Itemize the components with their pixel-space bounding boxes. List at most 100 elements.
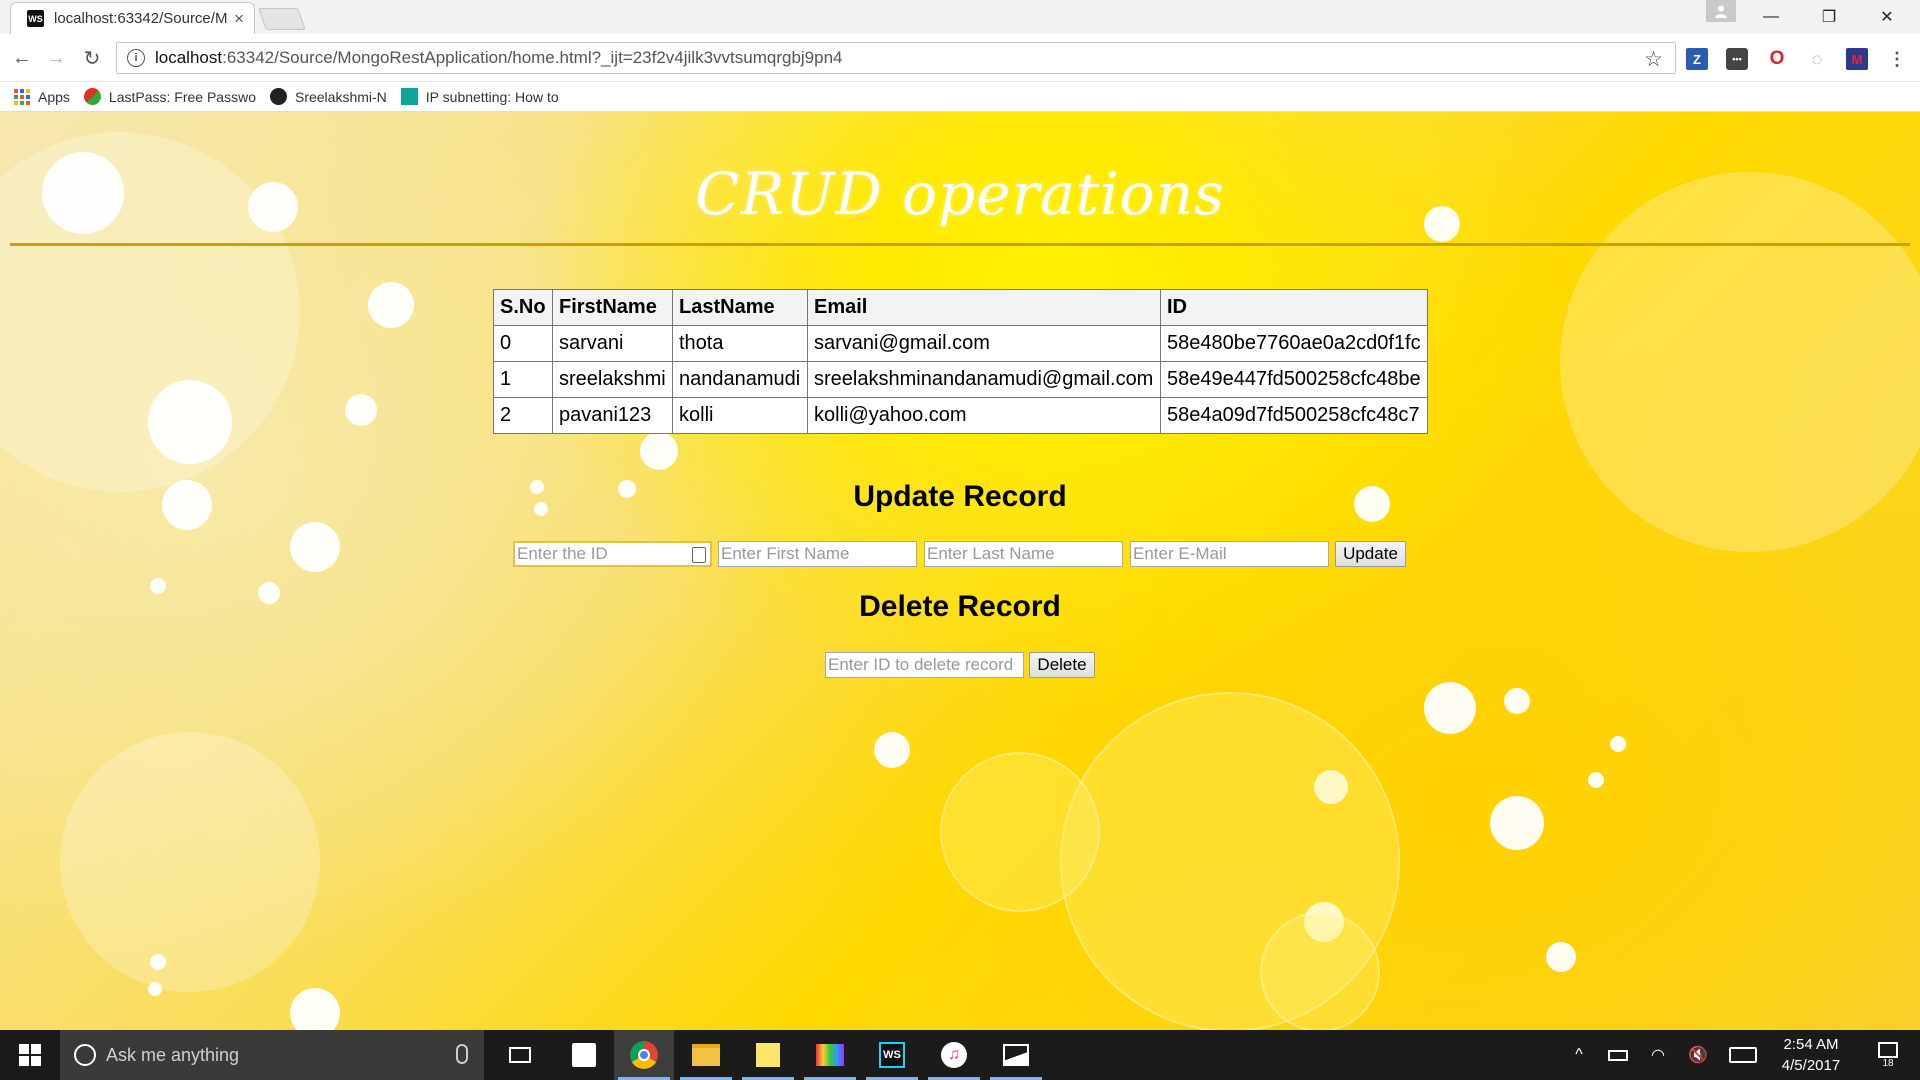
browser-toolbar: ← → ↻ i localhost:63342/Source/MongoRest… bbox=[0, 34, 1920, 82]
update-email-input[interactable]: Enter E-Mail bbox=[1130, 541, 1329, 567]
url-path: :63342/Source/MongoRestApplication/home.… bbox=[222, 48, 843, 67]
address-bar[interactable]: i localhost:63342/Source/MongoRestApplic… bbox=[116, 42, 1676, 74]
cortana-icon bbox=[74, 1044, 96, 1066]
close-window-button[interactable]: ✕ bbox=[1858, 0, 1916, 34]
bookmark-label: Apps bbox=[38, 88, 70, 105]
delete-button[interactable]: Delete bbox=[1029, 652, 1095, 678]
table-cell: sarvani@gmail.com bbox=[807, 325, 1161, 362]
page-title: CRUD operations bbox=[695, 160, 1225, 228]
delete-record-heading: Delete Record bbox=[859, 590, 1061, 623]
clock-time: 2:54 AM bbox=[1783, 1036, 1839, 1053]
restore-button[interactable]: ❐ bbox=[1800, 0, 1858, 34]
table-cell: 58e4a09d7fd500258cfc48c7 bbox=[1160, 397, 1428, 434]
update-last-name-input[interactable]: Enter Last Name bbox=[924, 541, 1123, 567]
bokeh-circle bbox=[1490, 796, 1544, 850]
delete-id-placeholder: Enter ID to delete record bbox=[828, 655, 1014, 674]
reload-icon[interactable]: ↻ bbox=[80, 46, 104, 70]
volume-muted-icon[interactable]: 🔇 bbox=[1684, 1030, 1712, 1080]
bokeh-circle bbox=[1546, 942, 1576, 972]
bokeh-circle bbox=[1610, 736, 1626, 752]
bookmark-label: LastPass: Free Passwo bbox=[108, 88, 256, 105]
bokeh-circle bbox=[874, 732, 910, 768]
table-cell: thota bbox=[672, 325, 808, 362]
battery-icon[interactable] bbox=[1604, 1030, 1632, 1080]
profile-avatar-icon[interactable] bbox=[1706, 0, 1736, 22]
update-first-name-input[interactable]: Enter First Name bbox=[718, 541, 917, 567]
sticky-notes-icon[interactable] bbox=[738, 1030, 798, 1080]
url-host: localhost bbox=[155, 48, 223, 67]
bookmark-label: Sreelakshmi-N bbox=[294, 88, 387, 105]
chrome-taskbar-icon[interactable] bbox=[614, 1030, 674, 1080]
task-view-icon[interactable] bbox=[490, 1030, 550, 1080]
zotero-extension-icon[interactable]: Z bbox=[1686, 48, 1708, 70]
cortana-search-box[interactable]: Ask me anything bbox=[60, 1030, 484, 1080]
windows-logo-icon bbox=[19, 1044, 41, 1066]
notification-count: 18 bbox=[1882, 1057, 1894, 1069]
bokeh-circle bbox=[1588, 772, 1604, 788]
back-arrow-icon[interactable]: ← bbox=[10, 46, 34, 70]
table-cell: kolli@yahoo.com bbox=[807, 397, 1161, 434]
tab-title: localhost:63342/Source/M bbox=[54, 10, 228, 27]
webstorm-favicon-icon: WS bbox=[27, 10, 44, 27]
action-center-icon[interactable]: 18 bbox=[1868, 1030, 1908, 1080]
table-row: 0 sarvani thota sarvani@gmail.com 58e480… bbox=[493, 325, 1428, 362]
update-id-input[interactable]: Enter the ID bbox=[513, 541, 712, 567]
bookmarks-bar: Apps LastPass: Free Passwo Sreelakshmi-N… bbox=[0, 82, 1920, 112]
email-placeholder: Enter E-Mail bbox=[1133, 544, 1227, 563]
windows-taskbar: Ask me anything WS ♫ ^ ◠ 🔇 2:54 AM 4/5/2… bbox=[0, 1030, 1920, 1080]
minimize-button[interactable]: — bbox=[1742, 0, 1800, 34]
bookmark-github[interactable]: Sreelakshmi-N bbox=[269, 88, 387, 105]
clock-date: 4/5/2017 bbox=[1781, 1057, 1841, 1074]
update-button[interactable]: Update bbox=[1335, 541, 1406, 567]
store-icon[interactable] bbox=[554, 1030, 614, 1080]
itunes-icon[interactable]: ♫ bbox=[924, 1030, 984, 1080]
browser-tab-strip: WS localhost:63342/Source/M × — ❐ ✕ bbox=[0, 0, 1920, 34]
apps-grid-icon bbox=[14, 88, 30, 105]
page-content: CRUD operations S.No FirstName LastName … bbox=[0, 112, 1920, 1030]
wifi-icon[interactable]: ◠ bbox=[1644, 1030, 1672, 1080]
table-row: 2 pavani123 kolli kolli@yahoo.com 58e4a0… bbox=[493, 397, 1428, 434]
opera-extension-icon[interactable]: O bbox=[1766, 48, 1788, 70]
table-cell: pavani123 bbox=[552, 397, 673, 434]
update-record-heading: Update Record bbox=[853, 480, 1067, 513]
file-explorer-icon[interactable] bbox=[676, 1030, 736, 1080]
microphone-icon[interactable] bbox=[456, 1044, 468, 1064]
webstorm-taskbar-icon[interactable]: WS bbox=[862, 1030, 922, 1080]
bokeh-circle bbox=[148, 380, 232, 464]
lastpass-extension-icon[interactable]: ••• bbox=[1726, 48, 1748, 70]
column-header: FirstName bbox=[552, 289, 673, 326]
media-extension-icon[interactable]: M bbox=[1846, 48, 1868, 70]
title-divider bbox=[10, 243, 1910, 246]
bookmark-star-icon[interactable]: ☆ bbox=[1644, 47, 1663, 72]
table-cell: nandanamudi bbox=[672, 361, 808, 398]
delete-id-input[interactable]: Enter ID to delete record bbox=[825, 652, 1024, 678]
browser-tab-active[interactable]: WS localhost:63342/Source/M × bbox=[10, 2, 255, 34]
table-cell: kolli bbox=[672, 397, 808, 434]
photos-icon[interactable] bbox=[986, 1030, 1046, 1080]
column-header: Email bbox=[807, 289, 1161, 326]
chrome-menu-icon[interactable]: ⋮ bbox=[1886, 48, 1908, 70]
bookmark-label: IP subnetting: How to bbox=[425, 88, 559, 105]
lastpass-fill-icon[interactable] bbox=[692, 547, 706, 563]
bookmark-lastpass[interactable]: LastPass: Free Passwo bbox=[83, 88, 256, 105]
bokeh-circle bbox=[290, 988, 340, 1030]
table-cell: sarvani bbox=[552, 325, 673, 362]
bookmark-ip-subnetting[interactable]: IP subnetting: How to bbox=[400, 88, 559, 105]
show-hidden-icons-chevron-icon[interactable]: ^ bbox=[1566, 1030, 1592, 1080]
new-tab-button[interactable] bbox=[257, 8, 307, 30]
start-button[interactable] bbox=[0, 1030, 60, 1080]
site-info-icon[interactable]: i bbox=[127, 49, 145, 67]
search-placeholder: Ask me anything bbox=[106, 1044, 240, 1065]
system-clock[interactable]: 2:54 AM 4/5/2017 bbox=[1766, 1034, 1856, 1076]
bookmark-apps[interactable]: Apps bbox=[14, 88, 70, 105]
bokeh-circle bbox=[60, 732, 320, 992]
forward-arrow-icon[interactable]: → bbox=[44, 46, 68, 70]
tab-close-icon[interactable]: × bbox=[234, 9, 244, 29]
bokeh-circle bbox=[345, 394, 377, 426]
generic-extension-icon[interactable]: ◌ bbox=[1806, 48, 1828, 70]
table-cell: 2 bbox=[493, 397, 553, 434]
keyboard-icon[interactable] bbox=[1726, 1030, 1760, 1080]
table-cell: 1 bbox=[493, 361, 553, 398]
bookmark-page-icon bbox=[400, 88, 418, 105]
app-taskbar-icon[interactable] bbox=[800, 1030, 860, 1080]
